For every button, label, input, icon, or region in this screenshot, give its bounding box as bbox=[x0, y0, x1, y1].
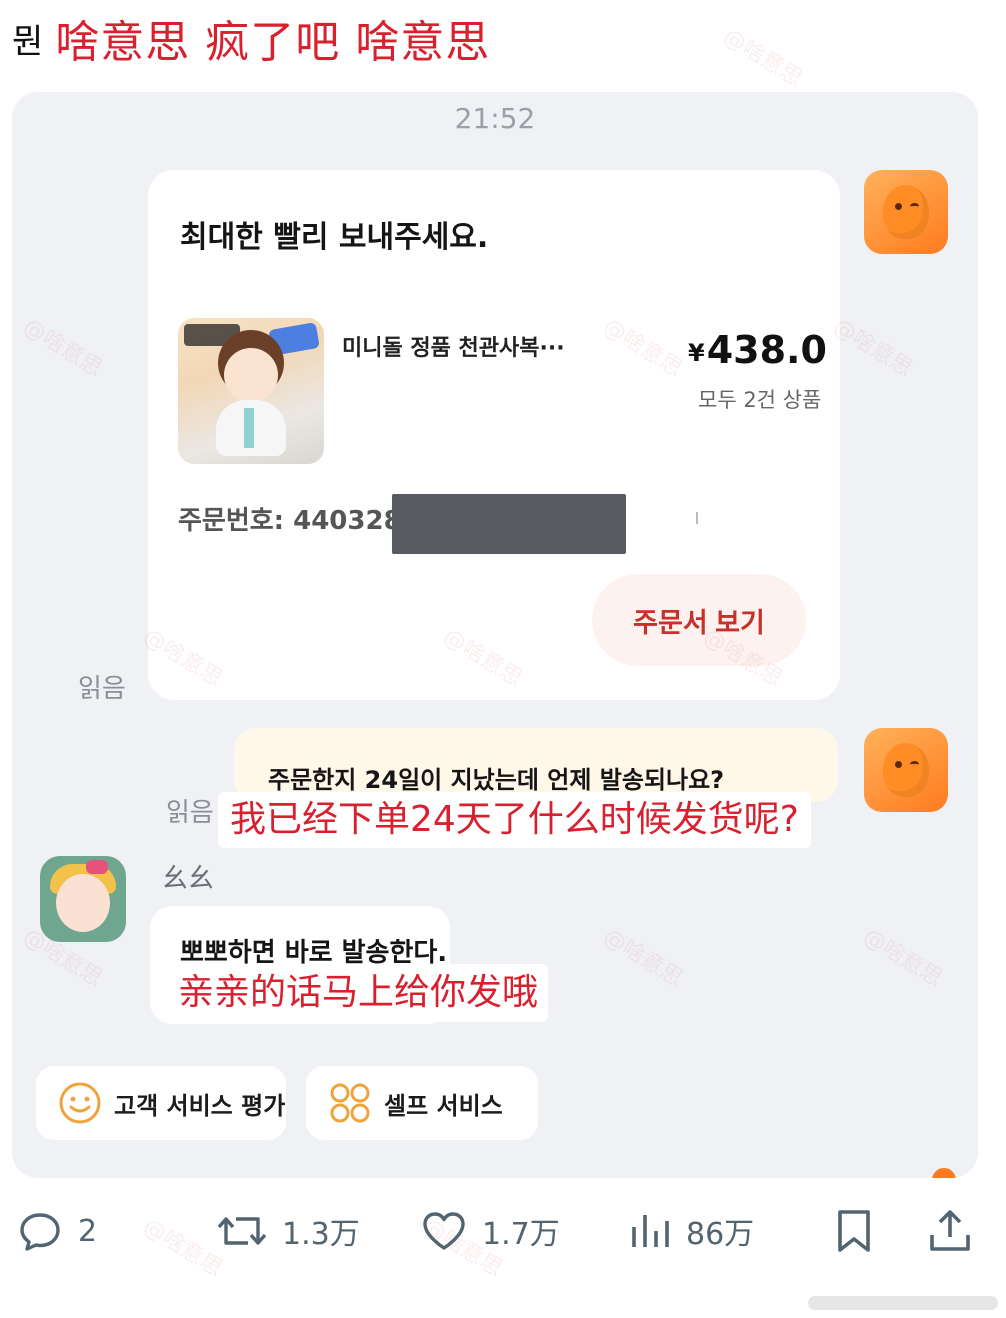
bar-chart-icon bbox=[628, 1207, 672, 1255]
heart-icon bbox=[420, 1207, 468, 1255]
mascot-icon bbox=[883, 743, 929, 797]
rep-avatar[interactable] bbox=[40, 856, 126, 942]
self-service-button[interactable]: 셀프 서비스 bbox=[306, 1066, 538, 1140]
share-icon bbox=[926, 1207, 974, 1255]
product-name: 미니돌 정품 천관사복··· bbox=[342, 336, 565, 361]
post-prefix: 뭔 bbox=[12, 21, 44, 62]
product-price: ¥438.0 bbox=[688, 328, 827, 372]
grid-icon bbox=[328, 1081, 372, 1125]
repost-button[interactable]: 1.3万 bbox=[216, 1196, 360, 1266]
smiley-icon bbox=[58, 1081, 102, 1125]
post-text: 啥意思 疯了吧 啥意思 bbox=[55, 17, 491, 68]
notification-dot bbox=[932, 1168, 956, 1178]
post-action-bar: 2 1.3万 1.7万 86万 bbox=[0, 1196, 1006, 1266]
bookmark-icon bbox=[832, 1207, 876, 1255]
views-button[interactable]: 86万 bbox=[628, 1196, 754, 1266]
rate-service-button[interactable]: 고객 서비스 평가 bbox=[36, 1066, 286, 1140]
chat-timestamp: 21:52 bbox=[454, 102, 536, 135]
price-value: 438.0 bbox=[706, 328, 827, 372]
divider-mark bbox=[696, 512, 698, 524]
repost-icon bbox=[216, 1207, 268, 1255]
order-card[interactable]: 최대한 빨리 보내주세요. 미니돌 정품 천관사복··· ¥438.0 모두 2… bbox=[148, 170, 840, 700]
rep-name: 幺幺 bbox=[162, 864, 215, 894]
shop-avatar-2[interactable] bbox=[864, 728, 948, 812]
item-count: 모두 2건 상품 bbox=[698, 388, 822, 412]
like-button[interactable]: 1.7万 bbox=[420, 1196, 560, 1266]
reply-button[interactable]: 2 bbox=[16, 1196, 97, 1266]
order-message: 최대한 빨리 보내주세요. bbox=[180, 220, 489, 255]
order-number: 주문번호: 440328 bbox=[178, 506, 402, 536]
read-receipt-2: 읽음 bbox=[166, 798, 214, 828]
product-thumbnail[interactable] bbox=[178, 318, 324, 464]
home-indicator bbox=[808, 1296, 998, 1310]
chat-screenshot: 21:52 최대한 빨리 보내주세요. 미니돌 정품 천관사복··· ¥438.… bbox=[12, 92, 978, 1178]
read-receipt: 읽음 bbox=[78, 674, 126, 704]
repost-count: 1.3万 bbox=[282, 1217, 360, 1252]
redaction-bar bbox=[392, 494, 626, 554]
bookmark-button[interactable] bbox=[832, 1196, 876, 1266]
reply-icon bbox=[16, 1207, 64, 1255]
user-message: 주문한지 24일이 지났는데 언제 발송되나요? bbox=[268, 766, 725, 794]
view-count: 86万 bbox=[686, 1217, 755, 1252]
shop-avatar[interactable] bbox=[864, 170, 948, 254]
translation-overlay-rep: 亲亲的话马上给你发哦 bbox=[168, 964, 549, 1022]
translation-overlay-user: 我已经下单24天了什么时候发货呢? bbox=[218, 792, 811, 848]
currency-symbol: ¥ bbox=[688, 338, 705, 367]
view-order-button[interactable]: 주문서 보기 bbox=[592, 574, 806, 666]
share-button[interactable] bbox=[926, 1196, 974, 1266]
rate-service-label: 고객 서비스 평가 bbox=[114, 1091, 286, 1120]
like-count: 1.7万 bbox=[482, 1217, 560, 1252]
post-header: 뭔 啥意思 疯了吧 啥意思 bbox=[12, 8, 490, 68]
mascot-icon bbox=[883, 185, 929, 239]
self-service-label: 셀프 서비스 bbox=[384, 1091, 503, 1120]
reply-count: 2 bbox=[78, 1213, 98, 1249]
